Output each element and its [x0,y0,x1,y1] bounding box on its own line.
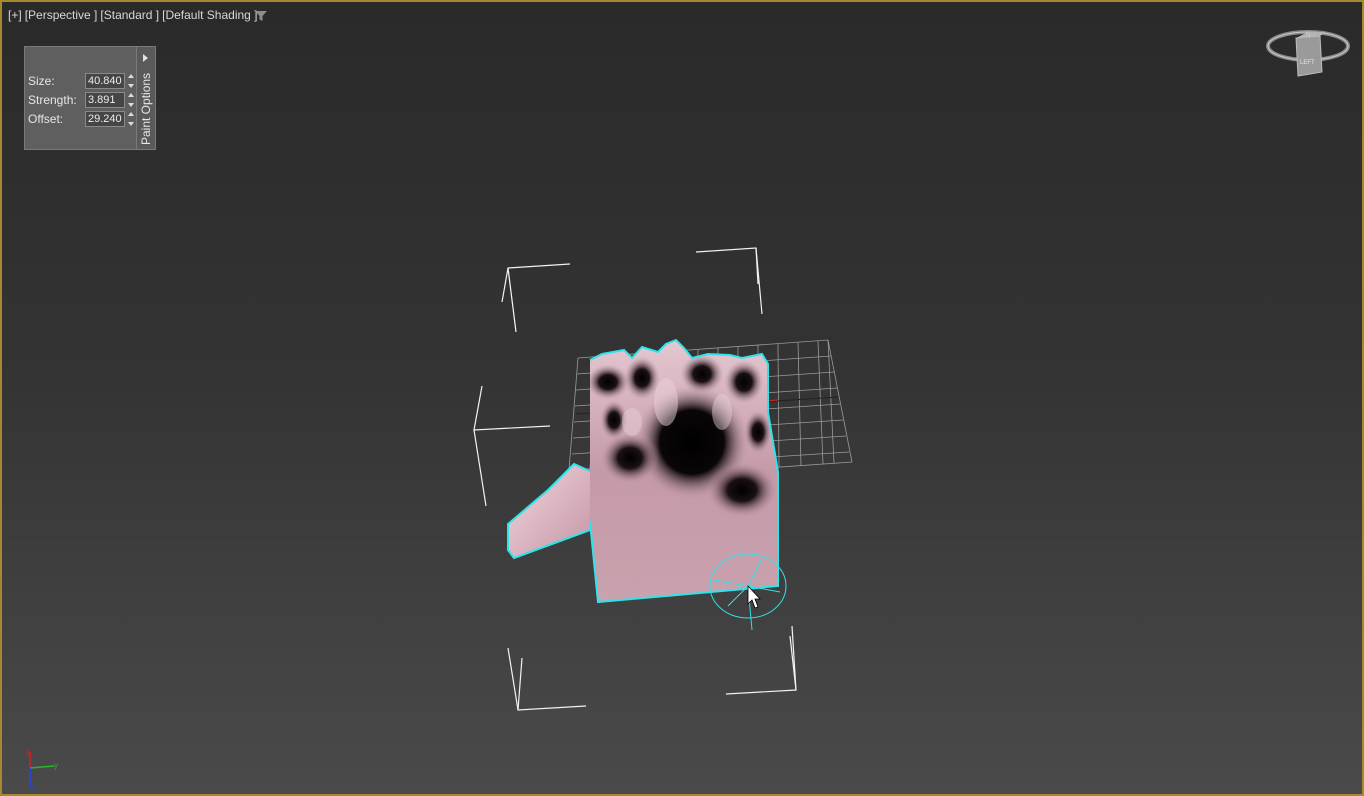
viewcube-face-label: LEFT [1300,60,1315,66]
scene-canvas[interactable] [2,2,1362,794]
perspective-viewport[interactable]: [+] [Perspective ] [Standard ] [Default … [0,0,1364,796]
spinner-up-icon[interactable] [128,74,134,78]
size-spinner[interactable] [127,74,135,88]
spinner-down-icon[interactable] [128,84,134,88]
axis-tripod: z y x [26,748,58,792]
spinner-down-icon[interactable] [128,103,134,107]
expand-arrow-icon[interactable] [143,54,148,62]
strength-label: Strength: [28,93,77,107]
spinner-down-icon[interactable] [128,122,134,126]
axis-x-label: x [32,783,36,792]
strength-field[interactable]: 3.891 [85,92,125,108]
offset-param: Offset: 29.240 [28,110,135,128]
axis-z-label: z [26,748,30,757]
offset-field[interactable]: 29.240 [85,111,125,127]
paint-options-tab[interactable]: Paint Options [136,47,155,149]
viewport-menu-plus[interactable]: [+] [8,8,22,22]
paint-options-panel: Size: 40.840 Strength: 3.891 Offset: 29.… [24,46,156,150]
viewcube-compass-label: N [1306,33,1310,39]
viewport-menu-view[interactable]: [Perspective ] [25,8,98,22]
strength-spinner[interactable] [127,93,135,107]
size-label: Size: [28,74,55,88]
viewcube[interactable]: N LEFT [1264,26,1352,82]
viewcube-cube [1295,35,1323,77]
filter-icon[interactable] [254,9,268,23]
offset-label: Offset: [28,112,64,126]
viewport-menu-shading[interactable]: [Default Shading ] [162,8,257,22]
size-param: Size: 40.840 [28,72,135,90]
paint-options-tab-label: Paint Options [139,72,153,145]
spinner-up-icon[interactable] [128,93,134,97]
size-field[interactable]: 40.840 [85,73,125,89]
axis-y-label: y [54,761,58,770]
mesh-arm [507,462,594,560]
viewport-menu-mode[interactable]: [Standard ] [100,8,159,22]
offset-spinner[interactable] [127,112,135,126]
spinner-up-icon[interactable] [128,112,134,116]
viewport-label: [+] [Perspective ] [Standard ] [Default … [8,8,258,22]
strength-param: Strength: 3.891 [28,91,135,109]
